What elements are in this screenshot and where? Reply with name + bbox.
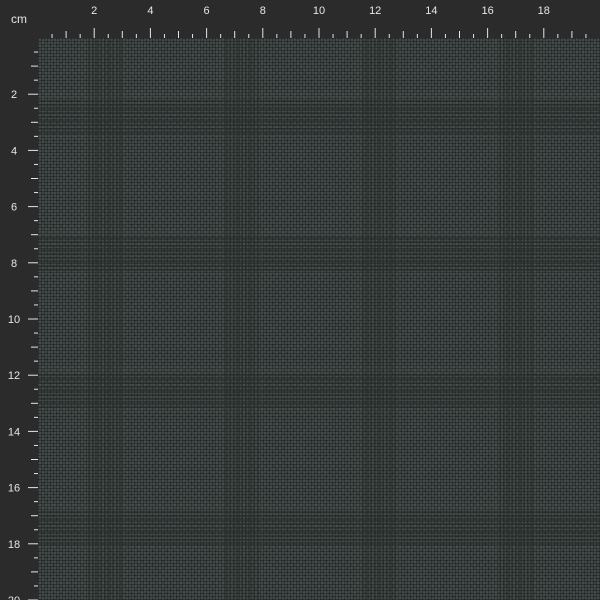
unit-label: cm <box>0 0 38 38</box>
fabric-swatch <box>38 38 600 600</box>
fabric-vertical-band <box>80 38 126 600</box>
left-ruler <box>0 38 38 600</box>
fabric-vertical-band <box>491 38 537 600</box>
fabric-vertical-band <box>354 38 400 600</box>
fabric-swatch-view: cm 246810121416182468101214161820 <box>0 0 600 600</box>
fabric-vertical-band <box>217 38 263 600</box>
glen-check-pattern <box>38 38 600 600</box>
top-ruler <box>38 0 600 38</box>
